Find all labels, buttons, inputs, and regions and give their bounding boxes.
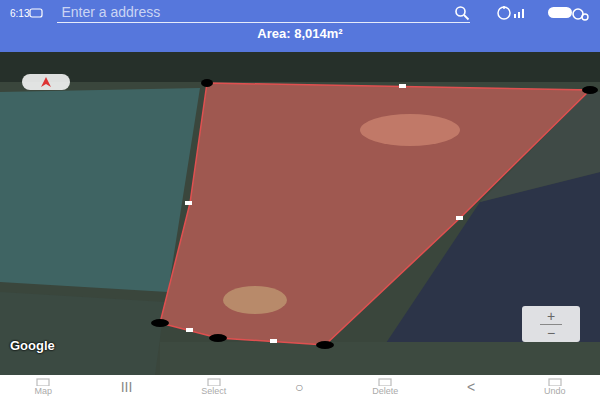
search-box xyxy=(57,3,470,23)
satellite-map[interactable] xyxy=(0,52,600,375)
tool-icon xyxy=(378,378,392,386)
area-readout: Area: 8,014m² xyxy=(10,26,590,48)
top-bar: 6:13 Area: 8,014m² xyxy=(0,0,600,52)
zoom-out-button[interactable]: − xyxy=(547,326,555,340)
tool-label: Undo xyxy=(544,387,566,396)
status-row: 6:13 xyxy=(10,0,590,26)
settings-icon[interactable] xyxy=(546,4,590,22)
tool-button[interactable]: Map xyxy=(34,378,52,396)
tool-label: Select xyxy=(201,387,226,396)
zoom-in-button[interactable]: + xyxy=(547,309,555,323)
search-input[interactable] xyxy=(57,2,454,23)
tool-button[interactable]: Select xyxy=(201,378,226,396)
tool-label: Map xyxy=(34,387,52,396)
tool-icon xyxy=(207,378,221,386)
system-nav-button[interactable]: < xyxy=(467,378,475,394)
map-attribution: Google xyxy=(10,336,55,356)
zoom-control: +− xyxy=(522,306,580,342)
location-icon[interactable] xyxy=(494,5,546,21)
tool-button[interactable]: Delete xyxy=(372,378,398,396)
system-nav-button[interactable]: ○ xyxy=(295,378,303,394)
notification-icon xyxy=(29,8,43,18)
tool-button[interactable]: Undo xyxy=(544,378,566,396)
clock: 6:13 xyxy=(10,6,29,21)
tool-icon xyxy=(36,378,50,386)
search-icon[interactable] xyxy=(454,5,470,21)
compass-icon xyxy=(41,77,51,87)
map-view[interactable]: Google+− xyxy=(0,52,600,375)
tool-icon xyxy=(548,378,562,386)
compass-button[interactable] xyxy=(22,74,70,90)
tool-label: Delete xyxy=(372,387,398,396)
zoom-divider xyxy=(540,324,562,325)
system-nav-button[interactable]: III xyxy=(121,378,133,394)
bottom-bar: Map III Select ○ Delete < Undo xyxy=(0,375,600,400)
